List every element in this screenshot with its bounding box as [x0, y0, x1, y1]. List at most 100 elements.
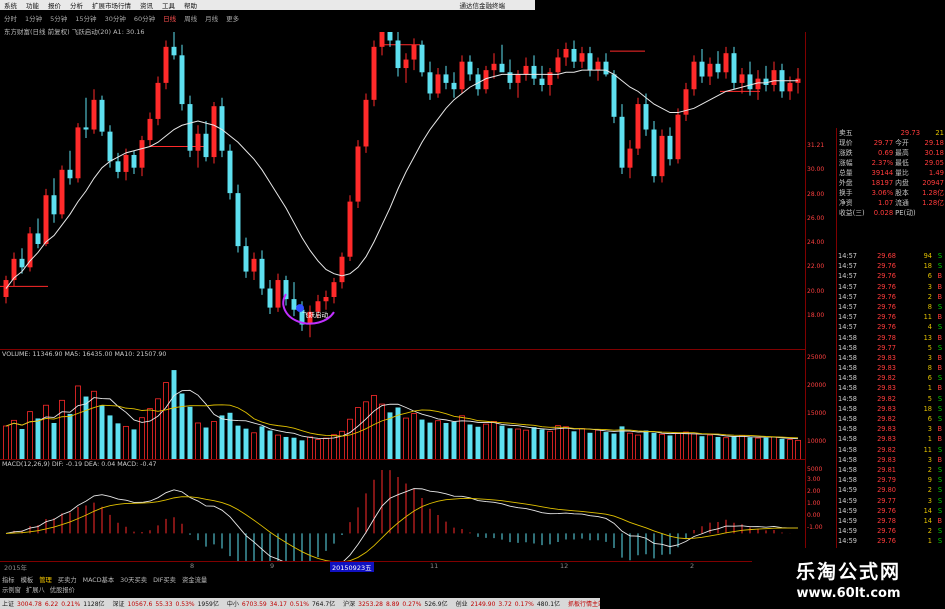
period-tab[interactable]: 5分钟	[50, 13, 67, 23]
tick-price: 29.68	[877, 252, 896, 260]
window-tab[interactable]: 优股报价	[50, 585, 75, 594]
menu-item[interactable]: 资讯	[140, 0, 153, 10]
indicator-tab[interactable]: 资金流量	[182, 575, 207, 584]
menu-item[interactable]: 分析	[70, 0, 83, 10]
window-tab[interactable]: 示例窗	[2, 585, 21, 594]
volume-bar	[203, 427, 209, 460]
volume-bar	[539, 429, 545, 460]
volume-bar	[451, 421, 457, 460]
period-tab[interactable]: 月线	[205, 13, 218, 23]
indicator-tab[interactable]: 管理	[39, 575, 52, 584]
tick-volume: 2	[927, 486, 932, 495]
candle-body	[667, 135, 673, 160]
period-tab[interactable]: 分时	[4, 13, 17, 23]
volume-bar	[67, 413, 73, 460]
annotation-label: 飞跃启动	[302, 310, 329, 319]
candle-body	[363, 99, 369, 147]
tick-price: 29.83	[877, 425, 896, 434]
quote-row: 净资 1.07 流通 1.28亿	[838, 198, 945, 208]
period-tab[interactable]: 30分钟	[105, 13, 126, 23]
tick-direction: S	[937, 343, 942, 352]
candle-body	[131, 154, 137, 168]
value-axis: 31.21 30.00 28.00 26.00 24.00 22.00 20.00 18.00…	[805, 32, 835, 562]
volume-bar	[555, 425, 561, 460]
quote-cell: 1.28亿	[922, 189, 944, 197]
menu-item[interactable]: 报价	[48, 0, 61, 10]
tick-list[interactable]: 14:57 29.68 94 S 14:57 29.76 18 S 14:57 29.76 6 B 14…	[838, 251, 945, 567]
period-tab[interactable]: 日线	[163, 13, 176, 23]
tick-direction: S	[937, 252, 942, 260]
macd-chart[interactable]	[0, 458, 805, 562]
volume-bar	[123, 425, 129, 460]
tick-volume: 8	[927, 364, 932, 373]
tick-direction: S	[937, 537, 942, 546]
tick-direction: S	[937, 445, 942, 454]
index-chg: 6.22	[44, 601, 59, 608]
volume-chart[interactable]	[0, 348, 805, 460]
tick-price: 29.80	[877, 486, 896, 495]
axis-label: 31.21	[807, 142, 825, 149]
index-quote[interactable]: 沪深 3253.28 8.89 0.27% 526.9亿	[343, 599, 450, 608]
candle-body	[555, 57, 561, 73]
candle-body	[731, 53, 737, 83]
period-tab[interactable]: 15分钟	[75, 13, 96, 23]
candle-body	[707, 63, 713, 77]
menu-item[interactable]: 扩展市场行情	[92, 0, 131, 10]
index-quote[interactable]: 上证 3004.78 6.22 0.21% 1128亿	[2, 599, 108, 608]
volume-bar	[675, 433, 681, 460]
volume-bar	[651, 432, 657, 460]
macd-line	[5, 496, 799, 562]
period-tab[interactable]: 更多	[226, 13, 239, 23]
date-label: 12	[560, 562, 569, 570]
tick-volume: 6	[927, 374, 932, 383]
period-tab[interactable]: 周线	[184, 13, 197, 23]
tick-price: 29.76	[877, 323, 896, 332]
index-chg: 34.17	[269, 601, 287, 608]
candle-body	[203, 133, 209, 158]
indicator-tab[interactable]: DIF买卖	[153, 575, 176, 584]
date-label: 9	[270, 562, 275, 570]
indicator-tab[interactable]: 指标	[2, 575, 15, 584]
indicator-tab[interactable]: 买卖力	[58, 575, 77, 584]
tick-price: 29.81	[877, 465, 896, 474]
volume-bar	[171, 370, 177, 460]
index-quote[interactable]: 创业 2149.90 3.72 0.17% 480.1亿	[456, 599, 563, 608]
volume-bar	[379, 403, 385, 460]
tick-row: 14:58 29.77 5 S	[838, 343, 945, 353]
tick-volume: 2	[927, 292, 932, 301]
indicator-tab[interactable]: MACD基本	[83, 575, 114, 584]
volume-bar	[275, 434, 281, 460]
menu-item[interactable]: 功能	[26, 0, 39, 10]
watermark-title: 乐淘公式网	[795, 560, 901, 583]
candle-body	[243, 246, 249, 272]
quote-cell: 39144	[871, 169, 894, 177]
index-quote[interactable]: 深证 10567.6 55.33 0.53% 1959亿	[113, 599, 222, 608]
indicator-tab[interactable]: 30天买卖	[120, 575, 147, 584]
index-quote[interactable]: 中小 6703.59 34.17 0.51% 764.7亿	[227, 599, 338, 608]
tick-time: 14:58	[838, 364, 858, 373]
tick-volume: 4	[927, 323, 932, 332]
period-tab[interactable]: 60分钟	[134, 13, 155, 23]
window-tab[interactable]: 扩展八	[26, 585, 45, 594]
indicator-tab[interactable]: 模板	[21, 575, 34, 584]
volume-bar	[219, 415, 225, 460]
candle-body	[771, 70, 777, 85]
volume-bar	[475, 426, 481, 460]
volume-bar	[483, 423, 489, 460]
tick-direction: B	[937, 333, 942, 342]
volume-bar	[11, 419, 17, 460]
volume-bar	[467, 424, 473, 460]
period-tab[interactable]: 1分钟	[25, 13, 42, 23]
volume-bar	[43, 404, 49, 460]
quote-cell: 1.28亿	[922, 199, 944, 207]
tick-direction: B	[937, 455, 942, 464]
menu-item[interactable]: 工具	[162, 0, 175, 10]
menu-item[interactable]: 帮助	[184, 0, 197, 10]
price-chart[interactable]: 飞跃启动	[0, 32, 805, 350]
index-pct: 0.21%	[61, 601, 81, 608]
tick-direction: B	[937, 282, 942, 291]
tick-row: 14:57 29.76 4 S	[838, 322, 945, 332]
tick-price: 29.83	[877, 364, 896, 373]
tick-volume: 11	[923, 445, 932, 454]
menu-item[interactable]: 系统	[4, 0, 17, 10]
